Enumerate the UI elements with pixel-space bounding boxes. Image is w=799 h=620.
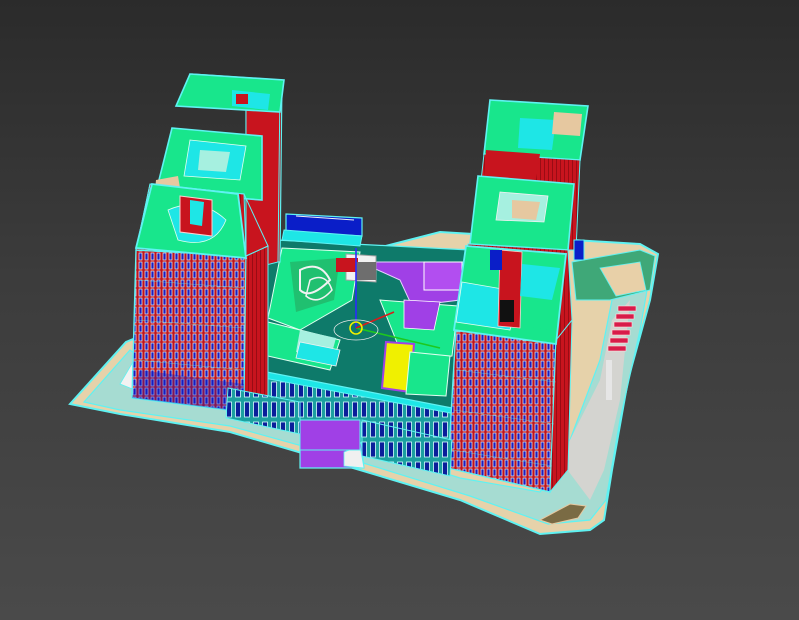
building-model-render[interactable] xyxy=(0,0,799,620)
3d-viewport[interactable] xyxy=(0,0,799,620)
rooftop-pavilion[interactable] xyxy=(281,213,363,247)
left-tower[interactable] xyxy=(131,73,285,413)
right-tower[interactable] xyxy=(447,99,589,494)
